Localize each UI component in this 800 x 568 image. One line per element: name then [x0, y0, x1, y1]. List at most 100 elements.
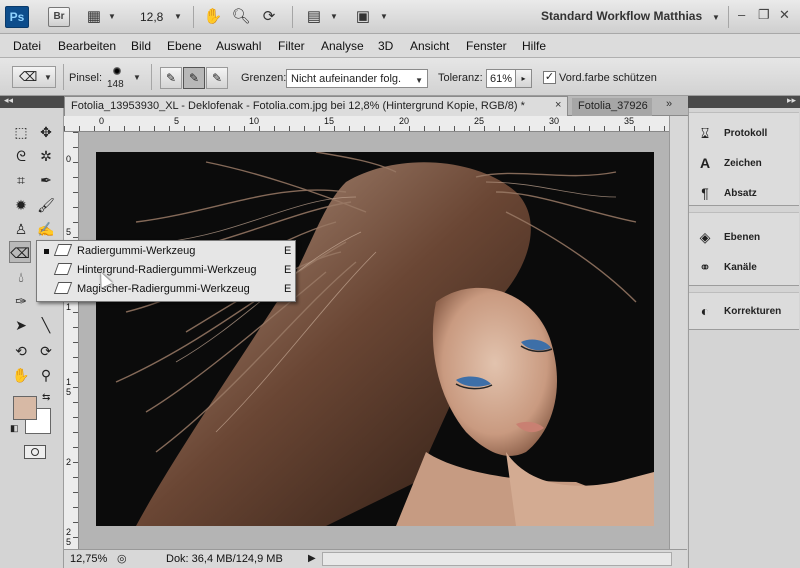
lasso-tool-icon[interactable]: ᘓ	[10, 145, 32, 167]
layers-icon[interactable]: ◈	[696, 228, 714, 246]
restore-button[interactable]: ❐	[758, 7, 770, 23]
panel-zeichen[interactable]: Zeichen	[724, 158, 762, 169]
screen-mode-icon[interactable]: ▣	[352, 7, 374, 27]
zoom-tool-icon[interactable]: ⚲	[35, 364, 57, 386]
menu-ansicht[interactable]: Ansicht	[410, 39, 449, 53]
hand-tool-icon[interactable]: ✋	[202, 7, 224, 27]
hand-tool-icon[interactable]: ✋	[10, 364, 32, 386]
flyout-item-shortcut: E	[284, 245, 292, 257]
tools-panel-header[interactable]: ◂◂	[0, 95, 64, 108]
separator	[292, 6, 293, 28]
sampling-once-button[interactable]: ✎	[183, 67, 205, 89]
view-extras-icon[interactable]: ▦	[84, 7, 104, 27]
flyout-item-eraser[interactable]: Radiergummi-Werkzeug E	[37, 242, 295, 261]
sampling-continuous-button[interactable]: ✎	[160, 67, 182, 89]
arrange-documents-icon[interactable]: ▤	[303, 7, 325, 27]
paragraph-icon[interactable]: ¶	[696, 184, 714, 202]
adjustments-icon[interactable]: ◐	[696, 302, 714, 320]
tolerance-input[interactable]: 61%	[486, 69, 516, 88]
character-icon[interactable]: A	[696, 154, 714, 172]
document-tab-active[interactable]: Fotolia_13953930_XL - Deklofenak - Fotol…	[64, 96, 568, 116]
chevron-down-icon[interactable]: ▼	[174, 12, 182, 21]
clone-stamp-icon[interactable]: ♙	[10, 218, 32, 240]
menu-bild[interactable]: Bild	[131, 39, 151, 53]
document-image[interactable]	[96, 152, 654, 526]
close-button[interactable]: ✕	[779, 7, 790, 23]
magic-wand-icon[interactable]: ✲	[35, 145, 57, 167]
eyedropper-tool-icon[interactable]: ✒	[35, 169, 57, 191]
menu-3d[interactable]: 3D	[378, 39, 393, 53]
ruler-ticks	[64, 126, 669, 131]
collapse-icon[interactable]: ◂◂	[4, 95, 13, 106]
3d-orbit-icon[interactable]: ⟳	[35, 340, 57, 362]
tolerance-label: Toleranz:	[438, 72, 483, 84]
quick-mask-button[interactable]	[24, 445, 46, 459]
menu-ebene[interactable]: Ebene	[167, 39, 202, 53]
vertical-scrollbar[interactable]	[669, 116, 687, 549]
horizontal-scrollbar[interactable]	[322, 552, 672, 566]
brush-tool-icon[interactable]: 🖌︎	[35, 194, 57, 216]
ruler-label: 25	[474, 116, 485, 126]
chevron-down-icon[interactable]: ▼	[380, 12, 388, 21]
document-tab-inactive[interactable]: Fotolia_37926	[572, 98, 652, 116]
ruler-horizontal[interactable]: 0 5 10 15 20 25 30 35	[64, 116, 669, 132]
minimize-button[interactable]: –	[738, 7, 745, 22]
more-tabs-button[interactable]: »	[666, 98, 672, 110]
channels-icon[interactable]: ⚭	[696, 258, 714, 276]
history-brush-icon[interactable]: ✍	[35, 218, 57, 240]
menu-analyse[interactable]: Analyse	[321, 39, 364, 53]
ruler-label: 2	[66, 457, 72, 467]
pen-tool-icon[interactable]: ✑	[10, 290, 32, 312]
flyout-item-background-eraser[interactable]: Hintergrund-Radiergummi-Werkzeug E	[37, 261, 295, 280]
crop-tool-icon[interactable]: ⌗	[10, 169, 32, 191]
sampling-background-button[interactable]: ✎	[206, 67, 228, 89]
panel-absatz[interactable]: Absatz	[724, 188, 757, 199]
bridge-button[interactable]: Br	[48, 7, 70, 27]
menu-bearbeiten[interactable]: Bearbeiten	[58, 39, 116, 53]
protect-foreground-label: Vord.farbe schützen	[559, 72, 657, 84]
protect-foreground-checkbox[interactable]: ✓	[543, 71, 556, 84]
swap-colors-icon[interactable]: ⇆	[42, 392, 50, 403]
menu-fenster[interactable]: Fenster	[466, 39, 507, 53]
default-colors-icon[interactable]: ◧	[10, 423, 19, 434]
status-info-icon[interactable]: ◎	[117, 552, 127, 565]
zoom-status[interactable]: 12,75%	[70, 553, 107, 565]
history-icon[interactable]: ⌛︎	[696, 124, 714, 142]
flyout-item-magic-eraser[interactable]: Magischer-Radiergummi-Werkzeug E	[37, 280, 295, 299]
chevron-down-icon[interactable]: ▼	[133, 73, 141, 82]
tolerance-slider-button[interactable]: ▸	[516, 69, 532, 88]
path-selection-icon[interactable]: ➤	[10, 314, 32, 336]
panel-protokoll[interactable]: Protokoll	[724, 128, 767, 139]
foreground-color-swatch[interactable]	[13, 396, 37, 420]
tool-preset-picker[interactable]: ⌫ ▼	[12, 66, 56, 88]
healing-brush-icon[interactable]: ✹	[10, 194, 32, 216]
rotate-view-icon[interactable]: ⟳	[258, 7, 280, 27]
panel-korrekturen[interactable]: Korrekturen	[724, 306, 781, 317]
limits-value: Nicht aufeinander folg.	[291, 73, 402, 85]
eraser-tool-icon[interactable]: ⌫	[9, 241, 31, 263]
move-tool-icon[interactable]: ✥	[35, 121, 57, 143]
status-menu-icon[interactable]: ▶	[308, 553, 316, 564]
application-bar: Ps Br ▦ ▼ 12,8 ▼ ✋ 🔍︎ ⟳ ▤ ▼ ▣ ▼ Standard…	[0, 0, 800, 34]
expand-icon[interactable]: ▸▸	[787, 95, 796, 106]
3d-rotate-icon[interactable]: ⟲	[10, 340, 32, 362]
ruler-vertical[interactable]: 0 5 1 1 5 2 2 5	[64, 132, 79, 549]
menu-filter[interactable]: Filter	[278, 39, 305, 53]
brush-picker[interactable]: 148	[104, 64, 130, 92]
menu-hilfe[interactable]: Hilfe	[522, 39, 546, 53]
menu-auswahl[interactable]: Auswahl	[216, 39, 261, 53]
marquee-tool-icon[interactable]: ⬚	[10, 121, 32, 143]
chevron-down-icon[interactable]: ▼	[712, 13, 720, 22]
chevron-down-icon[interactable]: ▼	[108, 12, 116, 21]
panel-kanaele[interactable]: Kanäle	[724, 262, 757, 273]
limits-select[interactable]: Nicht aufeinander folg. ▼	[286, 69, 428, 88]
panel-ebenen[interactable]: Ebenen	[724, 232, 760, 243]
blur-tool-icon[interactable]: 💧︎	[10, 266, 32, 288]
tab-close-button[interactable]: ×	[555, 99, 561, 111]
menu-datei[interactable]: Datei	[13, 39, 41, 53]
line-tool-icon[interactable]: ╲	[35, 314, 57, 336]
workspace-switcher[interactable]: Standard Workflow Matthias	[541, 9, 702, 23]
zoom-tool-icon[interactable]: 🔍︎	[230, 7, 252, 27]
chevron-down-icon[interactable]: ▼	[330, 12, 338, 21]
right-panel-header[interactable]: ▸▸	[688, 95, 800, 108]
